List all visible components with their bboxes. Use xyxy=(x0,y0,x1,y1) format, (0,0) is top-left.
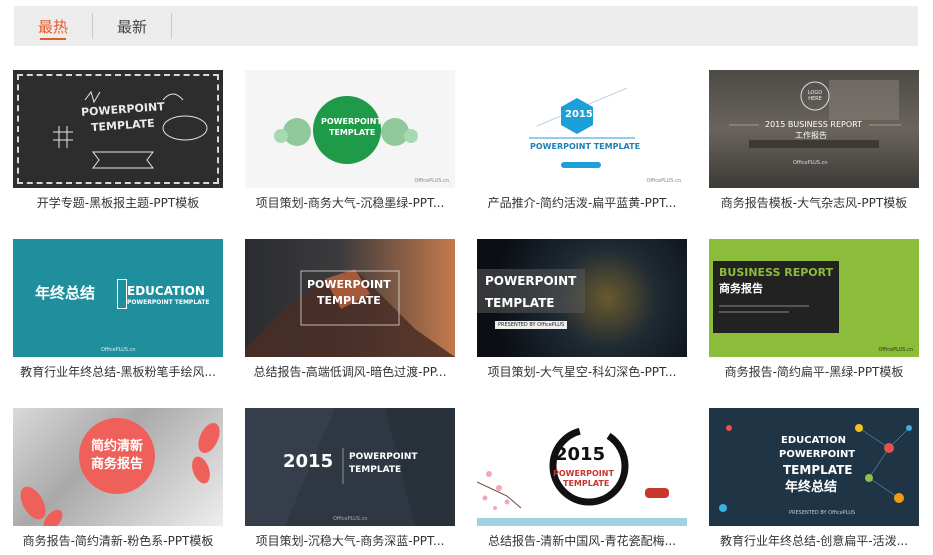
pencil-icon xyxy=(117,279,127,309)
template-title-line1: BUSINESS REPORT xyxy=(719,266,834,279)
template-title-line2: TEMPLATE xyxy=(317,294,381,307)
template-card[interactable]: LOGO HERE 2015 BUSINESS REPORT 工作报告 Offi… xyxy=(709,70,919,210)
template-cn-title: 年终总结 xyxy=(785,480,838,495)
template-footer: OfficePLUS.cn xyxy=(646,178,682,184)
template-title-line2: TEMPLATE xyxy=(349,465,402,475)
template-caption[interactable]: 总结报告-清新中国风-青花瓷配梅... xyxy=(477,532,687,549)
template-footer: OfficePLUS.cn xyxy=(878,347,914,353)
template-title-line2: POWERPOINT TEMPLATE xyxy=(127,299,210,306)
template-title-line3: TEMPLATE xyxy=(783,463,853,477)
template-card[interactable]: 2015 POWERPOINT TEMPLATE 总结报告-清新中国风-青花瓷配… xyxy=(477,408,687,548)
template-caption[interactable]: 项目策划-商务大气-沉稳墨绿-PPT... xyxy=(245,194,455,211)
template-title-line1: EDUCATION xyxy=(781,435,846,446)
template-thumbnail[interactable]: 2015 POWERPOINT TEMPLATE OfficePLUS.cn xyxy=(477,70,687,188)
template-footer: PRESENTED BY OfficePLUS xyxy=(789,510,856,516)
template-badge: PRESENTED BY OfficePLUS xyxy=(495,321,568,329)
template-thumbnail[interactable]: 年终总结 EDUCATION POWERPOINT TEMPLATE Offic… xyxy=(13,239,223,357)
template-footer: OfficePLUS.cn xyxy=(333,516,368,522)
template-title-line1: 简约清新 xyxy=(91,439,144,454)
template-title-line1: POWERPOINT TEMPLATE xyxy=(530,142,641,151)
template-year: 2015 xyxy=(555,444,606,465)
office-photo xyxy=(729,80,901,148)
template-thumbnail[interactable]: POWERPOINT TEMPLATE xyxy=(245,239,455,357)
template-title-line1: POWERPOINT xyxy=(307,278,391,291)
tab-bar: 最热 最新 xyxy=(14,6,918,46)
text-line xyxy=(719,305,809,307)
template-year: 2015 xyxy=(283,451,334,472)
hexagon-graphic xyxy=(529,87,635,168)
template-thumbnail[interactable]: 2015 POWERPOINT TEMPLATE xyxy=(477,408,687,526)
template-title-line1: POWERPOINT xyxy=(485,274,577,288)
template-thumbnail[interactable]: POWERPOINT TEMPLATE PRESENTED BY OfficeP… xyxy=(477,239,687,357)
template-year: 2015 xyxy=(565,109,593,120)
template-thumbnail[interactable]: 2015 POWERPOINT TEMPLATE OfficePLUS.cn xyxy=(245,408,455,526)
template-card[interactable]: 年终总结 EDUCATION POWERPOINT TEMPLATE Offic… xyxy=(13,239,223,379)
template-title-line2: TEMPLATE xyxy=(329,128,376,137)
template-title-line2: POWERPOINT xyxy=(779,449,856,460)
template-title-line1: POWERPOINT xyxy=(553,469,614,478)
template-thumbnail[interactable]: EDUCATION POWERPOINT TEMPLATE 年终总结 PRESE… xyxy=(709,408,919,526)
template-footer: OfficePLUS.cn xyxy=(414,178,450,184)
tab-divider xyxy=(171,13,172,39)
template-title-line1: EDUCATION xyxy=(127,284,205,298)
template-title-line2: TEMPLATE xyxy=(485,296,555,310)
template-title-line2: 商务报告 xyxy=(719,282,763,295)
template-caption[interactable]: 项目策划-沉稳大气-商务深蓝-PPT... xyxy=(245,532,455,549)
tab-hottest[interactable]: 最热 xyxy=(14,6,92,46)
template-caption[interactable]: 商务报告-简约扁平-黑绿-PPT模板 xyxy=(709,363,919,380)
template-title-line2: 工作报告 xyxy=(795,131,827,140)
template-title-line1: POWERPOINT xyxy=(321,117,382,126)
template-caption[interactable]: 项目策划-大气星空-科幻深色-PPT... xyxy=(477,363,687,380)
template-card[interactable]: 2015 POWERPOINT TEMPLATE OfficePLUS.cn 项… xyxy=(245,408,455,548)
tab-newest[interactable]: 最新 xyxy=(93,6,171,46)
template-card[interactable]: POWERPOINT TEMPLATE PRESENTED BY OfficeP… xyxy=(477,239,687,379)
template-thumbnail[interactable]: 简约清新 商务报告 xyxy=(13,408,223,526)
template-card[interactable]: POWERPOINT TEMPLATE 开学专题-黑板报主题-PPT模板 xyxy=(13,70,223,210)
template-caption[interactable]: 教育行业年终总结-黑板粉笔手绘风... xyxy=(13,363,223,380)
template-caption[interactable]: 商务报告-简约清新-粉色系-PPT模板 xyxy=(13,532,223,549)
template-title-line2: 商务报告 xyxy=(91,457,144,472)
template-cn-title: 年终总结 xyxy=(35,284,96,302)
template-caption[interactable]: 商务报告模板-大气杂志风-PPT模板 xyxy=(709,194,919,211)
template-card[interactable]: 简约清新 商务报告 商务报告-简约清新-粉色系-PPT模板 xyxy=(13,408,223,548)
template-card[interactable]: POWERPOINT TEMPLATE 总结报告-高端低调风-暗色过渡-PP..… xyxy=(245,239,455,379)
template-thumbnail[interactable]: POWERPOINT TEMPLATE OfficePLUS.cn xyxy=(245,70,455,188)
template-thumbnail[interactable]: POWERPOINT TEMPLATE xyxy=(13,70,223,188)
template-card[interactable]: 2015 POWERPOINT TEMPLATE OfficePLUS.cn 产… xyxy=(477,70,687,210)
text-line xyxy=(719,311,789,313)
template-card[interactable]: BUSINESS REPORT 商务报告 OfficePLUS.cn 商务报告-… xyxy=(709,239,919,379)
template-title-line2: TEMPLATE xyxy=(563,479,610,488)
ink-brush-graphic xyxy=(477,426,687,526)
template-caption[interactable]: 总结报告-高端低调风-暗色过渡-PP... xyxy=(245,363,455,380)
template-thumbnail[interactable]: BUSINESS REPORT 商务报告 OfficePLUS.cn xyxy=(709,239,919,357)
template-footer: OfficePLUS.cn xyxy=(101,347,136,353)
template-footer: OfficePLUS.cn xyxy=(793,160,828,166)
template-title-line1: POWERPOINT xyxy=(349,452,418,462)
template-caption[interactable]: 教育行业年终总结-创意扁平-活泼... xyxy=(709,532,919,549)
template-title-line1: 2015 BUSINESS REPORT xyxy=(765,120,863,129)
template-card[interactable]: EDUCATION POWERPOINT TEMPLATE 年终总结 PRESE… xyxy=(709,408,919,548)
logo-placeholder: LOGO HERE xyxy=(807,90,823,102)
template-thumbnail[interactable]: LOGO HERE 2015 BUSINESS REPORT 工作报告 Offi… xyxy=(709,70,919,188)
template-caption[interactable]: 产品推介-简约活泼-扁平蓝黄-PPT... xyxy=(477,194,687,211)
template-caption[interactable]: 开学专题-黑板报主题-PPT模板 xyxy=(13,194,223,211)
template-card[interactable]: POWERPOINT TEMPLATE OfficePLUS.cn 项目策划-商… xyxy=(245,70,455,210)
